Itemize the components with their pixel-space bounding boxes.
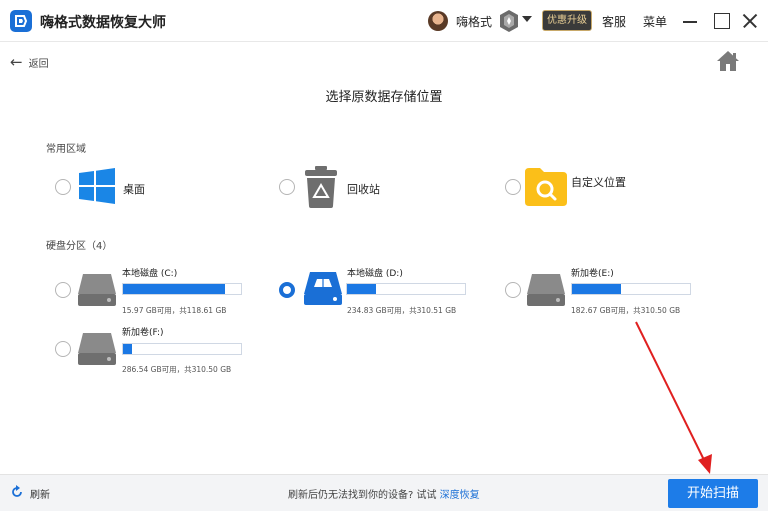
disk-d-name: 本地磁盘 (D:) [347, 269, 403, 279]
back-button[interactable]: ← 返回 [10, 53, 49, 71]
back-label: 返回 [28, 58, 49, 70]
disk-e-radio[interactable] [505, 282, 521, 298]
upgrade-button[interactable]: 优惠升级 [542, 10, 592, 31]
disk-d-info: 234.83 GB可用，共310.51 GB [347, 306, 457, 315]
disk-f-usage-bar [122, 343, 242, 355]
disk-d-usage-fill [347, 284, 376, 294]
disk-e-info: 182.67 GB可用，共310.50 GB [571, 306, 681, 315]
disk-e-usage-fill [572, 284, 621, 294]
recycle-bin-radio[interactable] [279, 179, 295, 195]
username[interactable]: 嗨格式 [456, 13, 492, 30]
refresh-button[interactable]: 刷新 [30, 486, 50, 501]
annotation-arrow [635, 321, 712, 474]
disk-f-usage-fill [123, 344, 133, 354]
hard-drive-selected-icon[interactable] [303, 270, 343, 306]
hard-drive-icon[interactable] [77, 331, 117, 367]
menu-button[interactable]: 菜单 [643, 13, 667, 30]
home-icon[interactable] [716, 50, 740, 72]
refresh-icon[interactable] [10, 484, 24, 498]
hard-drive-icon[interactable] [77, 272, 117, 308]
hint-message: 刷新后仍无法找到你的设备? 试试 [288, 490, 440, 501]
app-title: 嗨格式数据恢复大师 [40, 15, 166, 31]
page-title: 选择原数据存储位置 [325, 90, 443, 105]
disk-c-name: 本地磁盘 (C:) [122, 269, 178, 279]
folder-search-icon[interactable] [525, 168, 567, 206]
title-bar: 嗨格式数据恢复大师 嗨格式 优惠升级 客服 菜单 [0, 0, 768, 42]
minimize-icon[interactable] [680, 11, 700, 31]
disk-d-radio[interactable] [279, 282, 295, 298]
desktop-radio[interactable] [55, 179, 71, 195]
disk-c-usage-fill [123, 284, 226, 294]
deep-recovery-link[interactable]: 深度恢复 [440, 490, 480, 501]
hard-drive-icon[interactable] [526, 272, 566, 308]
windows-desktop-icon[interactable] [79, 168, 115, 204]
custom-location-label[interactable]: 自定义位置 [571, 174, 626, 190]
close-icon[interactable] [740, 11, 760, 31]
arrow-left-icon: ← [10, 53, 23, 71]
common-area-label: 常用区域 [46, 144, 86, 155]
app-logo-icon [10, 10, 32, 32]
vip-badge-icon[interactable] [498, 9, 520, 33]
maximize-icon[interactable] [712, 11, 732, 31]
disk-d-usage-bar [346, 283, 466, 295]
vip-dropdown-icon[interactable] [522, 16, 532, 22]
start-scan-button[interactable]: 开始扫描 [668, 479, 758, 508]
customer-service-button[interactable]: 客服 [602, 13, 626, 30]
disk-c-usage-bar [122, 283, 242, 295]
bottom-bar: 刷新 刷新后仍无法找到你的设备? 试试 深度恢复 开始扫描 [0, 474, 768, 511]
disk-f-info: 286.54 GB可用，共310.50 GB [122, 365, 232, 374]
disk-c-radio[interactable] [55, 282, 71, 298]
disk-c-info: 15.97 GB可用，共118.61 GB [122, 306, 227, 315]
disk-e-name: 新加卷(E:) [571, 269, 614, 279]
desktop-label[interactable]: 桌面 [123, 181, 145, 197]
disk-f-name: 新加卷(F:) [122, 328, 164, 338]
disk-f-radio[interactable] [55, 341, 71, 357]
disk-partitions-label: 硬盘分区（4） [46, 241, 113, 252]
recycle-bin-icon[interactable] [304, 166, 338, 208]
hint-text: 刷新后仍无法找到你的设备? 试试 深度恢复 [288, 486, 480, 501]
disk-e-usage-bar [571, 283, 691, 295]
recycle-bin-label[interactable]: 回收站 [347, 181, 380, 197]
custom-location-radio[interactable] [505, 179, 521, 195]
avatar[interactable] [428, 11, 448, 31]
